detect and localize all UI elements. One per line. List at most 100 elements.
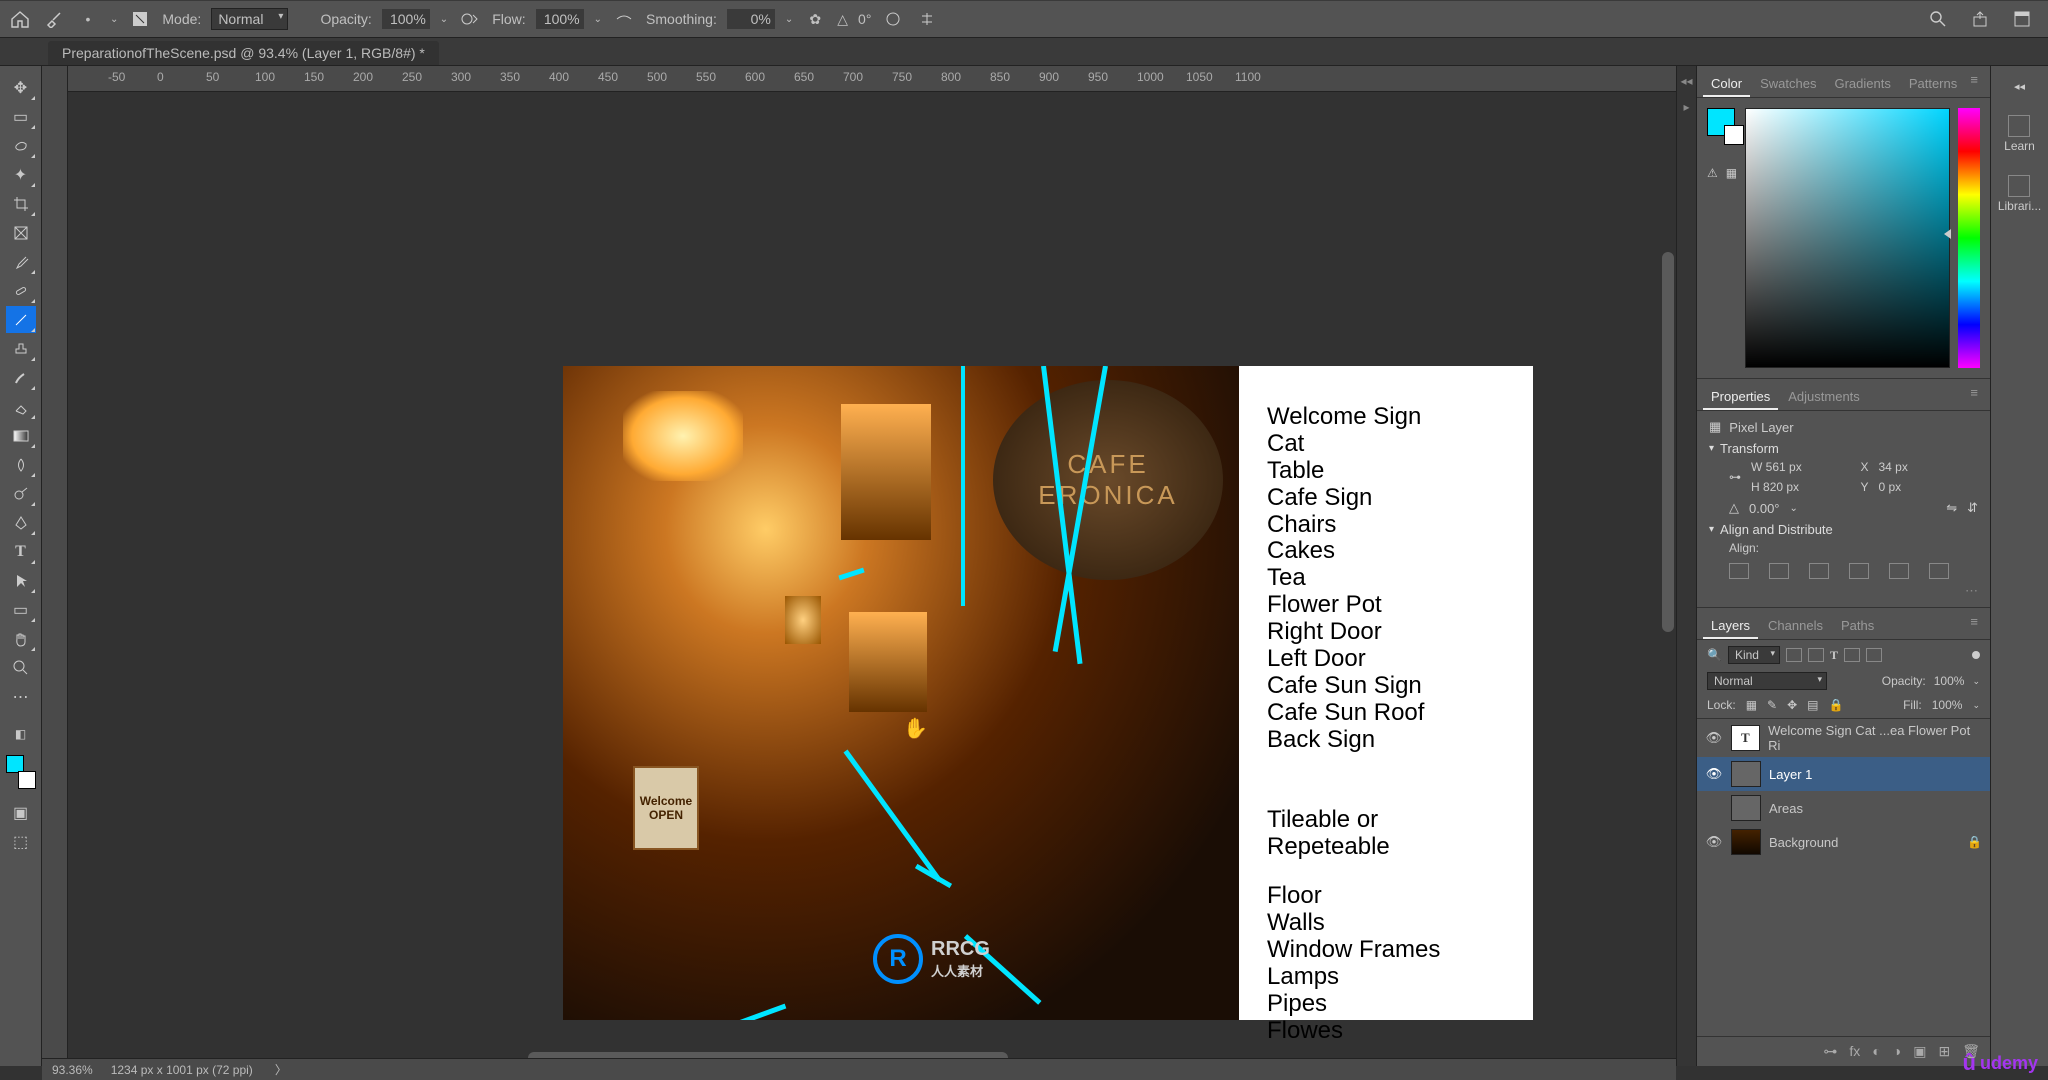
- search-icon[interactable]: [1926, 7, 1950, 31]
- document-tab[interactable]: PreparationofTheScene.psd @ 93.4% (Layer…: [48, 41, 439, 65]
- layer-thumb[interactable]: [1731, 761, 1761, 787]
- hue-slider[interactable]: [1958, 108, 1980, 368]
- background-color[interactable]: [18, 771, 36, 789]
- wand-tool[interactable]: ✦: [6, 161, 36, 188]
- visibility-toggle[interactable]: 👁: [1705, 766, 1723, 782]
- lock-paint-icon[interactable]: ✎: [1767, 698, 1777, 712]
- visibility-toggle[interactable]: 👁: [1705, 834, 1723, 850]
- layer-thumb[interactable]: [1731, 795, 1761, 821]
- libraries-panel-button[interactable]: Librari...: [1998, 175, 2041, 213]
- color-swatches[interactable]: [6, 755, 36, 789]
- align-section[interactable]: Align and Distribute: [1709, 522, 1978, 537]
- opacity-chev-icon[interactable]: ⌄: [440, 14, 448, 25]
- align-hcenter-icon[interactable]: [1769, 563, 1789, 579]
- align-vcenter-icon[interactable]: [1889, 563, 1909, 579]
- canvas[interactable]: CAFEERONICA WelcomeOPEN RRRCG人人素材 ✋ Welc…: [68, 92, 1676, 1066]
- transform-section[interactable]: Transform: [1709, 441, 1978, 456]
- crop-tool[interactable]: [6, 190, 36, 217]
- default-colors-icon[interactable]: ◧: [6, 720, 36, 747]
- frame-tool[interactable]: [6, 219, 36, 246]
- brush-size-icon[interactable]: •: [76, 7, 100, 31]
- color-fg-swatch[interactable]: [1707, 108, 1735, 136]
- collapse-arrow-icon[interactable]: ◂◂: [2014, 80, 2025, 93]
- brush-tool[interactable]: [6, 306, 36, 333]
- websafe-icon[interactable]: ▦: [1726, 166, 1737, 180]
- gutter-expand-icon[interactable]: ▸: [1683, 100, 1689, 114]
- color-bg-swatch[interactable]: [1724, 125, 1744, 145]
- smoothing-gear-icon[interactable]: ✿: [803, 7, 827, 31]
- tab-swatches[interactable]: Swatches: [1752, 72, 1824, 97]
- tab-gradients[interactable]: Gradients: [1826, 72, 1898, 97]
- layer-row[interactable]: 👁Background🔒: [1697, 825, 1990, 859]
- angle-input[interactable]: 0°: [858, 11, 871, 27]
- tab-color[interactable]: Color: [1703, 72, 1750, 97]
- flip-v-icon[interactable]: ⇵: [1967, 500, 1978, 516]
- eyedropper-tool[interactable]: [6, 248, 36, 275]
- flip-h-icon[interactable]: ⇋: [1946, 500, 1957, 516]
- layer-thumb[interactable]: T: [1731, 725, 1760, 751]
- tab-adjustments[interactable]: Adjustments: [1780, 385, 1868, 410]
- filter-type-icon[interactable]: T: [1830, 648, 1838, 663]
- share-icon[interactable]: [1968, 7, 1992, 31]
- filter-search-icon[interactable]: 🔍: [1707, 648, 1722, 662]
- lock-pos-icon[interactable]: ✥: [1787, 698, 1797, 712]
- opacity-input[interactable]: 100%: [382, 9, 430, 29]
- flow-input[interactable]: 100%: [536, 9, 584, 29]
- pressure-size-icon[interactable]: [881, 7, 905, 31]
- filter-smart-icon[interactable]: [1866, 648, 1882, 662]
- mode-select[interactable]: Normal: [211, 8, 288, 30]
- home-icon[interactable]: [8, 7, 32, 31]
- heal-tool[interactable]: [6, 277, 36, 304]
- rotation-input[interactable]: 0.00°: [1749, 501, 1780, 516]
- lock-trans-icon[interactable]: ▦: [1746, 698, 1757, 712]
- blend-mode-select[interactable]: Normal: [1707, 672, 1827, 690]
- align-left-icon[interactable]: [1729, 563, 1749, 579]
- zoom-readout[interactable]: 93.36%: [52, 1063, 93, 1077]
- shape-tool[interactable]: ▭: [6, 596, 36, 623]
- width-input[interactable]: 561 px: [1766, 460, 1802, 474]
- tab-patterns[interactable]: Patterns: [1901, 72, 1965, 97]
- layer-thumb[interactable]: [1731, 829, 1761, 855]
- layer-name[interactable]: Welcome Sign Cat ...ea Flower Pot Ri: [1768, 723, 1982, 753]
- flow-chev-icon[interactable]: ⌄: [594, 14, 602, 25]
- collapse-icon[interactable]: ◂◂: [1680, 74, 1692, 88]
- height-input[interactable]: 820 px: [1763, 480, 1799, 494]
- more-options-icon[interactable]: ⋯: [1709, 583, 1978, 599]
- tab-properties[interactable]: Properties: [1703, 385, 1778, 410]
- layer-fx-icon[interactable]: fx: [1849, 1043, 1860, 1060]
- layer-name[interactable]: Areas: [1769, 801, 1803, 816]
- filter-shape-icon[interactable]: [1844, 648, 1860, 662]
- marquee-tool[interactable]: ▭: [6, 103, 36, 130]
- layer-opacity-input[interactable]: 100%: [1934, 674, 1965, 688]
- adjustment-layer-icon[interactable]: ◑: [1893, 1043, 1901, 1060]
- align-bottom-icon[interactable]: [1929, 563, 1949, 579]
- group-icon[interactable]: ▣: [1913, 1043, 1926, 1060]
- brush-size-chev-icon[interactable]: ⌄: [110, 14, 118, 25]
- pen-tool[interactable]: [6, 509, 36, 536]
- gamut-warn-icon[interactable]: ⚠: [1707, 166, 1718, 180]
- blur-tool[interactable]: [6, 451, 36, 478]
- layer-fill-input[interactable]: 100%: [1932, 698, 1963, 712]
- panel-menu-icon[interactable]: ≡: [1970, 385, 1984, 410]
- align-top-icon[interactable]: [1849, 563, 1869, 579]
- stamp-tool[interactable]: [6, 335, 36, 362]
- lasso-tool[interactable]: [6, 132, 36, 159]
- history-brush-tool[interactable]: [6, 364, 36, 391]
- new-layer-icon[interactable]: ⊞: [1938, 1043, 1950, 1060]
- panel-menu-icon[interactable]: ≡: [1970, 72, 1984, 97]
- pressure-opacity-icon[interactable]: [458, 7, 482, 31]
- tab-paths[interactable]: Paths: [1833, 614, 1882, 639]
- y-input[interactable]: 0 px: [1879, 480, 1979, 494]
- lock-nest-icon[interactable]: ▤: [1807, 698, 1818, 712]
- brush-panel-icon[interactable]: [128, 7, 152, 31]
- workspace-icon[interactable]: [2010, 7, 2034, 31]
- smoothing-input[interactable]: 0%: [727, 9, 775, 29]
- layer-name[interactable]: Layer 1: [1769, 767, 1812, 782]
- learn-panel-button[interactable]: Learn: [2004, 115, 2035, 153]
- visibility-toggle[interactable]: 👁: [1705, 730, 1723, 746]
- layer-row[interactable]: 👁 Layer 1: [1697, 757, 1990, 791]
- eraser-tool[interactable]: [6, 393, 36, 420]
- x-input[interactable]: 34 px: [1879, 460, 1979, 474]
- hand-tool[interactable]: [6, 625, 36, 652]
- airbrush-icon[interactable]: [612, 7, 636, 31]
